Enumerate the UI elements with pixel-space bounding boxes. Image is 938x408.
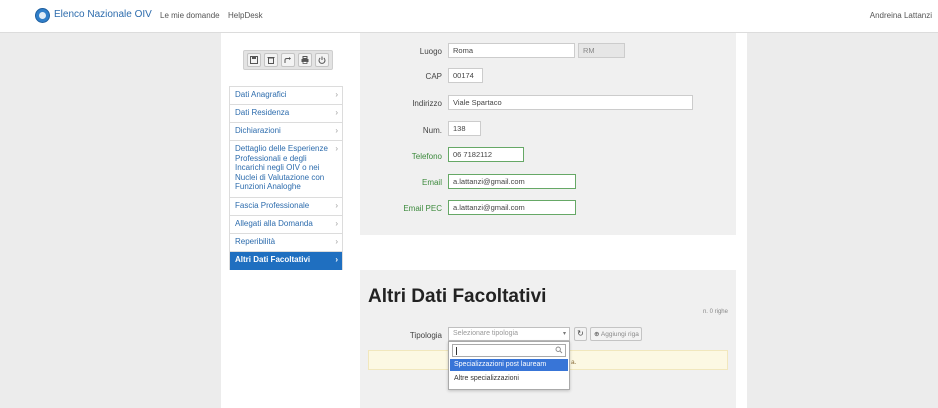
dropdown-option-post-lauream[interactable]: Specializzazioni post lauream [450,359,568,371]
num-label: Num. [422,126,442,135]
sidebar-item-label: Altri Dati Facoltativi [235,255,311,264]
sidebar-item-dati-residenza[interactable]: Dati Residenza › [230,105,342,123]
email-input[interactable]: a.lattanzi@gmail.com [448,174,576,189]
chevron-right-icon: › [335,144,338,153]
refresh-button[interactable]: ↻ [574,327,587,341]
action-toolbar [243,50,333,70]
sidebar-item-altri-dati[interactable]: Altri Dati Facoltativi › [230,252,342,270]
indirizzo-label: Indirizzo [412,99,442,108]
logout-button[interactable] [315,53,329,67]
tipologia-select-value: Selezionare tipologia [453,330,518,337]
luogo-label: Luogo [419,47,442,56]
tipologia-select[interactable]: Selezionare tipologia ▾ [448,327,570,341]
sidebar-item-dettaglio-esperienze[interactable]: Dettaglio delle Esperienze Professionali… [230,141,342,198]
chevron-right-icon: › [335,255,338,264]
share-icon [284,57,291,63]
save-button[interactable] [247,53,261,67]
chevron-right-icon: › [335,126,338,135]
chevron-right-icon: › [335,219,338,228]
chevron-right-icon: › [335,237,338,246]
print-button[interactable] [298,53,312,67]
user-menu[interactable]: Andreina Lattanzi [870,11,932,20]
share-button[interactable] [281,53,295,67]
add-row-label: Aggiungi riga [600,331,639,338]
email-pec-input[interactable]: a.lattanzi@gmail.com [448,200,576,215]
sidebar-item-fascia-professionale[interactable]: Fascia Professionale › [230,198,342,216]
cap-input[interactable]: 00174 [448,68,483,83]
power-icon [318,56,326,64]
sidebar-item-label: Fascia Professionale [235,201,310,210]
tipologia-label: Tipologia [409,331,442,340]
text-cursor [456,347,457,355]
section-title: Altri Dati Facoltativi [368,286,547,307]
add-row-button[interactable]: ⊕ Aggiungi riga [590,327,642,341]
indirizzo-input[interactable]: Viale Spartaco [448,95,693,110]
print-icon [301,56,309,64]
sidebar-item-label: Dettaglio delle Esperienze Professionali… [235,144,328,191]
chevron-right-icon: › [335,201,338,210]
telefono-label: Telefono [411,152,442,161]
dropdown-option-altre[interactable]: Altre specializzazioni [450,373,568,385]
search-icon [555,346,563,354]
refresh-icon: ↻ [577,329,584,338]
brand-link[interactable]: Elenco Nazionale OIV [54,9,152,20]
row-count: n. 0 righe [702,309,728,315]
dropdown-search-input[interactable] [452,344,566,357]
chevron-right-icon: › [335,90,338,99]
sidebar-item-label: Dichiarazioni [235,126,281,135]
caret-down-icon: ▾ [562,331,566,337]
sidebar-menu: Dati Anagrafici › Dati Residenza › Dichi… [229,86,343,270]
chevron-right-icon: › [335,108,338,117]
nav-link-helpdesk[interactable]: HelpDesk [228,11,263,20]
sidebar-item-dichiarazioni[interactable]: Dichiarazioni › [230,123,342,141]
plus-circle-icon: ⊕ [594,331,600,338]
delete-button[interactable] [264,53,278,67]
num-input[interactable]: 138 [448,121,481,136]
nav-link-mie-domande[interactable]: Le mie domande [160,11,220,20]
telefono-input[interactable]: 06 7182112 [448,147,524,162]
brand-logo-icon[interactable] [35,8,50,23]
tipologia-dropdown: Specializzazioni post lauream Altre spec… [448,341,570,390]
luogo-input[interactable]: Roma [448,43,575,58]
delete-icon [267,57,275,64]
sidebar-item-reperibilita[interactable]: Reperibilità › [230,234,342,252]
cap-label: CAP [425,72,442,81]
provincia-input: RM [578,43,625,58]
save-icon [250,56,258,64]
sidebar-item-label: Allegati alla Domanda [235,219,313,228]
email-pec-label: Email PEC [403,204,442,213]
sidebar-item-allegati[interactable]: Allegati alla Domanda › [230,216,342,234]
sidebar-item-label: Dati Residenza [235,108,290,117]
alert-text: a. [571,359,577,366]
email-label: Email [421,178,442,187]
sidebar-item-label: Reperibilità [235,237,276,246]
top-navbar: Elenco Nazionale OIV Le mie domande Help… [0,0,938,33]
sidebar-item-dati-anagrafici[interactable]: Dati Anagrafici › [230,87,342,105]
sidebar-item-label: Dati Anagrafici [235,90,287,99]
